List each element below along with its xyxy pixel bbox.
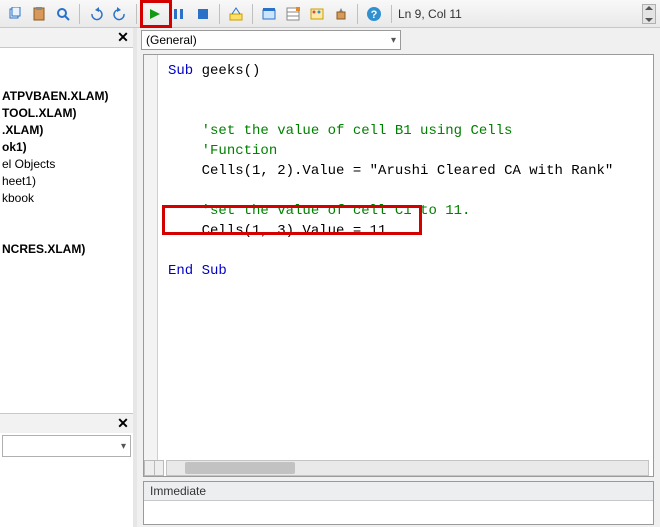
- cursor-position: Ln 9, Col 11: [391, 5, 468, 23]
- project-explorer-panel: ✕ ATPVBAEN.XLAM) TOOL.XLAM) .XLAM) ok1) …: [0, 28, 137, 527]
- separator: [79, 4, 80, 24]
- object-dropdown[interactable]: (General) ▾: [141, 30, 401, 50]
- help-icon[interactable]: ?: [363, 3, 385, 25]
- find-icon[interactable]: [52, 3, 74, 25]
- design-mode-icon[interactable]: [225, 3, 247, 25]
- toolbar-overflow[interactable]: [642, 4, 656, 24]
- immediate-window[interactable]: Immediate: [143, 481, 654, 525]
- paste-icon[interactable]: [28, 3, 50, 25]
- separator: [219, 4, 220, 24]
- code-gutter: [144, 55, 158, 476]
- chevron-down-icon: ▾: [121, 441, 126, 452]
- properties-object-select[interactable]: ▾: [2, 435, 131, 457]
- svg-text:?: ?: [371, 9, 378, 21]
- immediate-title: Immediate: [144, 482, 653, 501]
- stop-button[interactable]: [192, 3, 214, 25]
- object-dropdown-value: (General): [146, 33, 197, 47]
- close-icon[interactable]: ✕: [115, 30, 131, 46]
- project-explorer-icon[interactable]: [258, 3, 280, 25]
- separator: [136, 4, 137, 24]
- code-editor[interactable]: Sub geeks() 'set the value of cell B1 us…: [143, 54, 654, 477]
- pause-button[interactable]: [168, 3, 190, 25]
- run-button[interactable]: [144, 3, 166, 25]
- tree-item[interactable]: heet1): [0, 173, 133, 190]
- horizontal-scrollbar[interactable]: [166, 460, 649, 476]
- undo-icon[interactable]: [85, 3, 107, 25]
- tree-item[interactable]: el Objects: [0, 156, 133, 173]
- tree-item[interactable]: .XLAM): [0, 122, 133, 139]
- copy-icon[interactable]: [4, 3, 26, 25]
- separator: [252, 4, 253, 24]
- properties-icon[interactable]: [282, 3, 304, 25]
- toolbar: ? Ln 9, Col 11: [0, 0, 660, 28]
- close-icon[interactable]: ✕: [115, 416, 131, 432]
- code-panel: (General) ▾ Sub geeks() 'set the value o…: [137, 28, 660, 527]
- tree-item[interactable]: ok1): [0, 139, 133, 156]
- panel-header: ✕: [0, 28, 133, 48]
- toolbox-icon[interactable]: [330, 3, 352, 25]
- view-toggle[interactable]: [144, 460, 164, 476]
- object-browser-icon[interactable]: [306, 3, 328, 25]
- project-tree[interactable]: ATPVBAEN.XLAM) TOOL.XLAM) .XLAM) ok1) el…: [0, 48, 133, 413]
- tree-item[interactable]: TOOL.XLAM): [0, 105, 133, 122]
- separator: [357, 4, 358, 24]
- object-bar: (General) ▾: [137, 28, 660, 52]
- chevron-down-icon: ▾: [391, 35, 396, 46]
- main-area: ✕ ATPVBAEN.XLAM) TOOL.XLAM) .XLAM) ok1) …: [0, 28, 660, 527]
- tree-item[interactable]: NCRES.XLAM): [0, 241, 133, 258]
- code-text: Sub geeks() 'set the value of cell B1 us…: [144, 55, 653, 281]
- properties-panel-header: ✕: [0, 413, 133, 433]
- tree-item[interactable]: kbook: [0, 190, 133, 207]
- redo-icon[interactable]: [109, 3, 131, 25]
- tree-item[interactable]: ATPVBAEN.XLAM): [0, 88, 133, 105]
